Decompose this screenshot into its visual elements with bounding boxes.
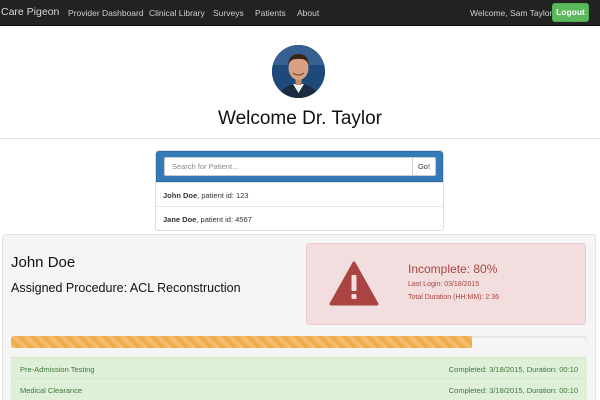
brand-link[interactable]: Care Pigeon xyxy=(1,6,59,18)
result-patient-name: Jane Doe xyxy=(163,215,197,224)
nav-surveys[interactable]: Surveys xyxy=(213,8,244,18)
step-name: Pre-Admission Testing xyxy=(20,365,95,374)
search-result-item[interactable]: John Doe, patient id: 123 xyxy=(156,182,443,206)
procedure-step-row[interactable]: Pre-Admission Testing Completed: 3/18/20… xyxy=(11,357,587,379)
result-patient-id: , patient id: 4567 xyxy=(196,215,252,224)
search-result-item[interactable]: Jane Doe, patient id: 4567 xyxy=(156,206,443,230)
total-duration: Total Duration (HH:MM): 2:36 xyxy=(408,294,500,301)
doctor-photo-icon xyxy=(272,45,325,98)
search-panel-header: Go! xyxy=(156,151,443,182)
progress-bar-fill xyxy=(11,336,472,348)
search-input[interactable] xyxy=(164,157,413,176)
welcome-user-text: Welcome, Sam Taylor xyxy=(470,8,553,18)
procedure-step-row[interactable]: Medical Clearance Completed: 3/18/2015, … xyxy=(11,378,587,400)
logout-button[interactable]: Logout xyxy=(552,3,589,22)
go-button[interactable]: Go! xyxy=(412,157,436,176)
patient-search-panel: Go! John Doe, patient id: 123 Jane Doe, … xyxy=(155,150,444,231)
patient-name: John Doe xyxy=(11,254,76,271)
nav-patients[interactable]: Patients xyxy=(255,8,286,18)
last-login: Last Login: 03/18/2015 xyxy=(408,281,480,288)
avatar xyxy=(272,45,325,98)
nav-about[interactable]: About xyxy=(297,8,319,18)
nav-clinical-library[interactable]: Clinical Library xyxy=(149,8,205,18)
step-status: Completed: 3/18/2015, Duration: 00:10 xyxy=(448,386,578,395)
warning-icon xyxy=(329,261,379,306)
nav-provider-dashboard[interactable]: Provider Dashboard xyxy=(68,8,144,18)
step-status: Completed: 3/18/2015, Duration: 00:10 xyxy=(448,365,578,374)
page-title: Welcome Dr. Taylor xyxy=(217,108,382,129)
step-name: Medical Clearance xyxy=(20,386,83,395)
completion-status: Incomplete: 80% xyxy=(408,262,498,276)
top-navbar: Care Pigeon Provider Dashboard Clinical … xyxy=(0,0,600,26)
result-patient-name: John Doe xyxy=(163,191,198,200)
assigned-procedure: Assigned Procedure: ACL Reconstruction xyxy=(11,281,241,295)
progress-bar xyxy=(11,336,587,348)
result-patient-id: , patient id: 123 xyxy=(197,191,249,200)
